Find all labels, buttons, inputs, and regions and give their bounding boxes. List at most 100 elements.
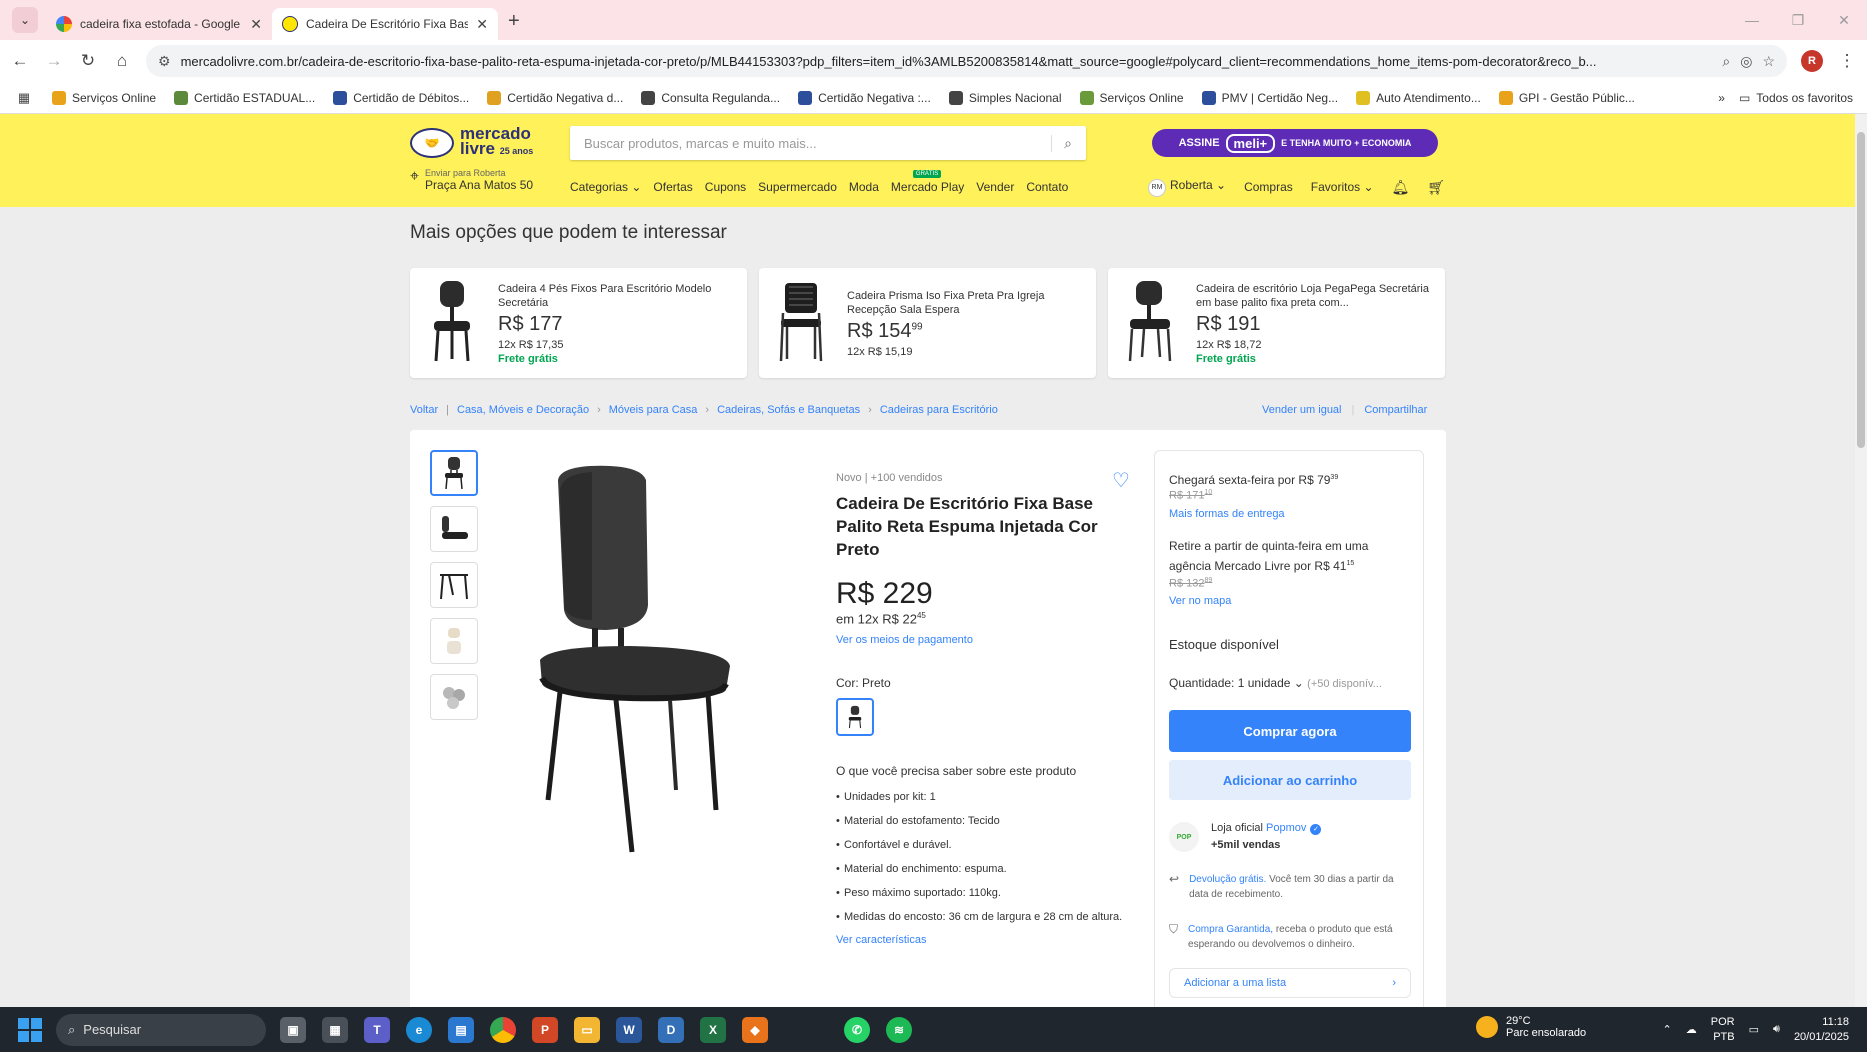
page-scrollbar[interactable] — [1855, 114, 1867, 1007]
document-app-icon[interactable]: D — [658, 1016, 684, 1043]
seller-logo[interactable]: POP — [1169, 822, 1199, 853]
chevron-up-icon[interactable]: ⌃ — [1663, 1023, 1672, 1036]
payment-methods-link[interactable]: Ver os meios de pagamento — [836, 634, 1126, 646]
taskbar-search[interactable]: ⌕ Pesquisar — [56, 1013, 266, 1046]
edge-icon[interactable]: e — [406, 1016, 432, 1043]
color-swatch-preto[interactable] — [836, 698, 874, 737]
thumbnail-3[interactable] — [430, 562, 478, 608]
purchases-link[interactable]: Compras — [1244, 180, 1293, 194]
bookmark-item[interactable]: PMV | Certidão Neg... — [1201, 90, 1338, 105]
quantity-selector[interactable]: Quantidade: 1 unidade ⌄ (+50 disponív... — [1169, 676, 1409, 690]
back-link[interactable]: Voltar — [410, 404, 438, 416]
bookmark-item[interactable]: Consulta Regulanda... — [641, 90, 780, 105]
word-icon[interactable]: W — [616, 1016, 642, 1043]
return-title-link[interactable]: Devolução grátis. — [1189, 874, 1266, 885]
apps-grid-icon[interactable]: ▦ — [14, 90, 34, 106]
more-delivery-link[interactable]: Mais formas de entrega — [1169, 508, 1409, 520]
nav-item[interactable]: Vender — [976, 180, 1014, 194]
share-link[interactable]: Compartilhar — [1364, 404, 1427, 416]
seller-name-link[interactable]: Popmov — [1266, 822, 1306, 834]
bookmark-item[interactable]: GPI - Gestão Públic... — [1498, 90, 1635, 105]
add-to-cart-button[interactable]: Adicionar ao carrinho — [1169, 760, 1411, 801]
thumbnail-2[interactable] — [430, 506, 478, 552]
windows-start-icon[interactable] — [18, 1017, 42, 1042]
recommendation-card[interactable]: Cadeira 4 Pés Fixos Para Escritório Mode… — [410, 268, 747, 378]
bookmark-item[interactable]: Serviços Online — [52, 90, 156, 105]
calculator-icon[interactable]: ▦ — [322, 1016, 348, 1043]
browser-tab[interactable]: cadeira fixa estofada - Google ✕ — [46, 8, 272, 40]
bookmark-item[interactable]: Auto Atendimento... — [1356, 90, 1481, 105]
nav-item[interactable]: Mercado Play GRÁTIS — [891, 170, 964, 194]
eye-off-icon[interactable]: ◎ — [1740, 53, 1752, 70]
nav-item[interactable]: Moda — [849, 180, 879, 194]
browser-tab-active[interactable]: Cadeira De Escritório Fixa Base ✕ — [272, 8, 498, 40]
cloud-icon[interactable]: ☁ — [1686, 1023, 1697, 1036]
store-icon[interactable]: ▤ — [448, 1016, 474, 1043]
bookmark-item[interactable]: Certidão Negativa d... — [487, 90, 623, 105]
nav-item[interactable]: Ofertas — [653, 180, 692, 194]
chrome-icon[interactable] — [490, 1016, 516, 1043]
all-bookmarks-folder[interactable]: ▭ Todos os favoritos — [1739, 91, 1853, 105]
weather-widget[interactable]: 29°C Parc ensolarado — [1476, 1015, 1586, 1039]
excel-icon[interactable]: X — [700, 1016, 726, 1043]
home-icon[interactable]: ⌂ — [112, 51, 132, 71]
bookmark-item[interactable]: Certidão de Débitos... — [333, 90, 469, 105]
sell-same-link[interactable]: Vender um igual — [1262, 404, 1342, 416]
restore-icon[interactable]: ❐ — [1775, 0, 1821, 40]
tab-search-button[interactable]: ⌄ — [12, 7, 38, 33]
profile-avatar[interactable]: R — [1801, 50, 1823, 72]
more-bookmarks-icon[interactable]: » — [1718, 91, 1725, 105]
nav-item[interactable]: Supermercado — [758, 180, 837, 194]
recommendation-card[interactable]: Cadeira Prisma Iso Fixa Preta Pra Igreja… — [759, 268, 1096, 378]
bookmark-item[interactable]: Serviços Online — [1079, 90, 1184, 105]
bookmark-item[interactable]: Simples Nacional — [948, 90, 1062, 105]
see-features-link[interactable]: Ver características — [836, 934, 1126, 946]
site-info-icon[interactable]: ⚙ — [158, 53, 171, 70]
minimize-icon[interactable]: — — [1729, 0, 1775, 40]
spotify-icon[interactable]: ≋ — [886, 1016, 912, 1043]
cart-icon[interactable]: 🛒︎ — [1427, 179, 1445, 196]
breadcrumb-link[interactable]: Casa, Móveis e Decoração — [457, 404, 589, 416]
star-bookmark-icon[interactable]: ☆ — [1762, 53, 1775, 70]
product-main-image[interactable] — [520, 460, 750, 860]
add-to-list-button[interactable]: Adicionar a uma lista › — [1169, 968, 1411, 999]
language-indicator[interactable]: POR PTB — [1711, 1015, 1735, 1045]
file-explorer-icon[interactable]: ▭ — [574, 1016, 600, 1043]
zoom-icon[interactable]: ⌕ — [1722, 53, 1730, 70]
forward-arrow-icon[interactable]: → — [44, 51, 64, 71]
teams-icon[interactable]: T — [364, 1016, 390, 1043]
whatsapp-icon[interactable]: ✆ — [844, 1016, 870, 1043]
new-tab-icon[interactable]: + — [508, 10, 520, 33]
clock[interactable]: 11:18 20/01/2025 — [1794, 1015, 1849, 1045]
reload-icon[interactable]: ↻ — [78, 51, 98, 71]
guarantee-title-link[interactable]: Compra Garantida, — [1188, 924, 1273, 935]
delivery-location[interactable]: ⌖ Enviar para Roberta Praça Ana Matos 50 — [410, 168, 533, 192]
buy-now-button[interactable]: Comprar agora — [1169, 710, 1411, 753]
thumbnail-4[interactable] — [430, 618, 478, 664]
close-window-icon[interactable]: ✕ — [1821, 0, 1867, 40]
volume-icon[interactable]: 🔊︎ — [1773, 1023, 1780, 1036]
breadcrumb-link[interactable]: Móveis para Casa — [609, 404, 698, 416]
recommendation-card[interactable]: Cadeira de escritório Loja PegaPega Secr… — [1108, 268, 1445, 378]
close-tab-icon[interactable]: ✕ — [250, 16, 262, 33]
scrollbar-thumb[interactable] — [1857, 132, 1865, 448]
task-view-icon[interactable]: ▣ — [280, 1016, 306, 1043]
map-link[interactable]: Ver no mapa — [1169, 595, 1409, 607]
network-icon[interactable]: ▭ — [1749, 1023, 1759, 1036]
fire-app-icon[interactable]: ◆ — [742, 1016, 768, 1043]
thumbnail-5[interactable] — [430, 674, 478, 720]
meli-plus-banner[interactable]: ASSINE meli+ E TENHA MUITO + ECONOMIA — [1152, 129, 1438, 157]
favorites-menu[interactable]: Favoritos ⌄ — [1311, 180, 1374, 194]
bookmark-item[interactable]: Certidão Negativa :... — [798, 90, 931, 105]
nav-item[interactable]: Categorias ⌄ — [570, 180, 641, 194]
mercadolivre-logo[interactable]: 🤝 mercado livre 25 anos — [410, 125, 533, 159]
back-arrow-icon[interactable]: ← — [10, 51, 30, 71]
thumbnail-1[interactable] — [430, 450, 478, 496]
address-bar[interactable]: ⚙ mercadolivre.com.br/cadeira-de-escrito… — [146, 45, 1787, 77]
search-icon[interactable]: ⌕ — [1051, 134, 1072, 152]
nav-item[interactable]: Cupons — [705, 180, 746, 194]
breadcrumb-link[interactable]: Cadeiras, Sofás e Banquetas — [717, 404, 860, 416]
close-tab-icon[interactable]: ✕ — [476, 16, 488, 33]
browser-menu-icon[interactable]: ⋮ — [1837, 51, 1857, 71]
powerpoint-icon[interactable]: P — [532, 1016, 558, 1043]
